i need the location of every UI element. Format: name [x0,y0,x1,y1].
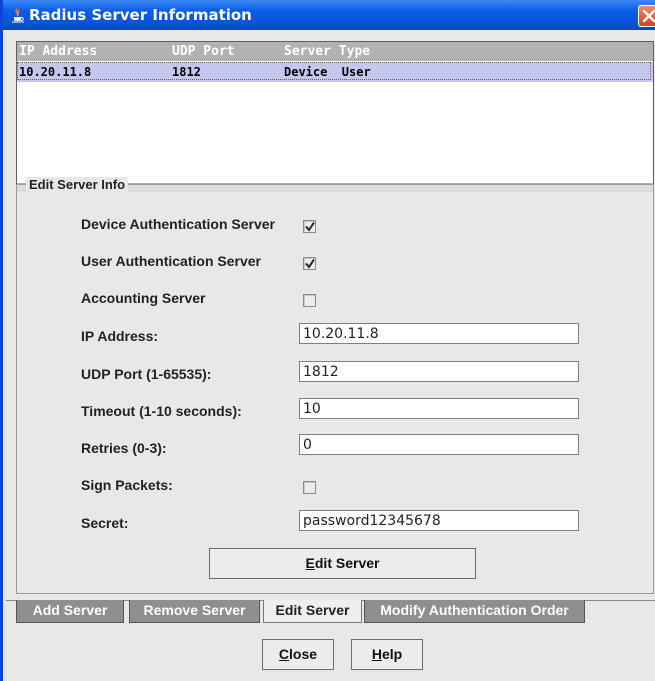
checkmark-icon [305,221,315,232]
ip-address-label: IP Address: [81,328,159,344]
window-close-button[interactable] [638,5,655,27]
help-button[interactable]: Help [351,639,423,670]
accounting-label: Accounting Server [81,290,206,306]
tab-remove-server[interactable]: Remove Server [129,600,260,623]
retries-field[interactable]: 0 [299,434,579,455]
timeout-label: Timeout (1-10 seconds): [81,403,242,419]
edit-server-info-group [16,184,654,594]
column-header-udp-port[interactable]: UDP Port [172,44,235,59]
sign-packets-checkbox[interactable] [303,481,316,494]
cell-server-type: Device User [284,65,371,79]
tab-modify-authentication-order[interactable]: Modify Authentication Order [364,600,585,623]
tab-add-server[interactable]: Add Server [16,600,124,623]
column-header-ip[interactable]: IP Address [19,44,97,59]
cell-udp-port: 1812 [172,65,201,79]
secret-field[interactable]: password12345678 [299,510,579,531]
close-button[interactable]: Close [262,639,334,670]
window-title: Radius Server Information [29,6,252,24]
close-icon [642,9,655,23]
server-table[interactable]: IP Address UDP Port Server Type 10.20.11… [16,41,654,192]
radius-server-window: Radius Server Information IP Address UDP… [0,0,655,681]
table-header: IP Address UDP Port Server Type [17,42,653,61]
udp-port-label: UDP Port (1-65535): [81,366,212,382]
udp-port-field[interactable]: 1812 [299,361,579,382]
cell-ip: 10.20.11.8 [19,65,92,79]
device-auth-label: Device Authentication Server [81,216,275,232]
tab-edit-server[interactable]: Edit Server [263,600,362,623]
ip-address-field[interactable]: 10.20.11.8 [299,323,579,344]
secret-label: Secret: [81,515,129,531]
device-auth-checkbox[interactable] [303,220,316,233]
checkmark-icon [305,258,315,269]
sign-packets-label: Sign Packets: [81,477,173,493]
group-legend: Edit Server Info [26,177,129,192]
title-bar[interactable]: Radius Server Information [3,0,655,30]
table-row[interactable]: 10.20.11.8 1812 Device User [17,62,653,82]
dialog-content: IP Address UDP Port Server Type 10.20.11… [6,30,655,681]
timeout-field[interactable]: 10 [299,398,579,419]
user-auth-checkbox[interactable] [303,257,316,270]
accounting-checkbox[interactable] [303,294,316,307]
retries-label: Retries (0-3): [81,440,167,456]
user-auth-label: User Authentication Server [81,253,261,269]
column-header-server-type[interactable]: Server Type [284,44,370,59]
edit-server-button[interactable]: Edit Server [209,548,476,579]
java-coffee-icon [12,8,24,23]
